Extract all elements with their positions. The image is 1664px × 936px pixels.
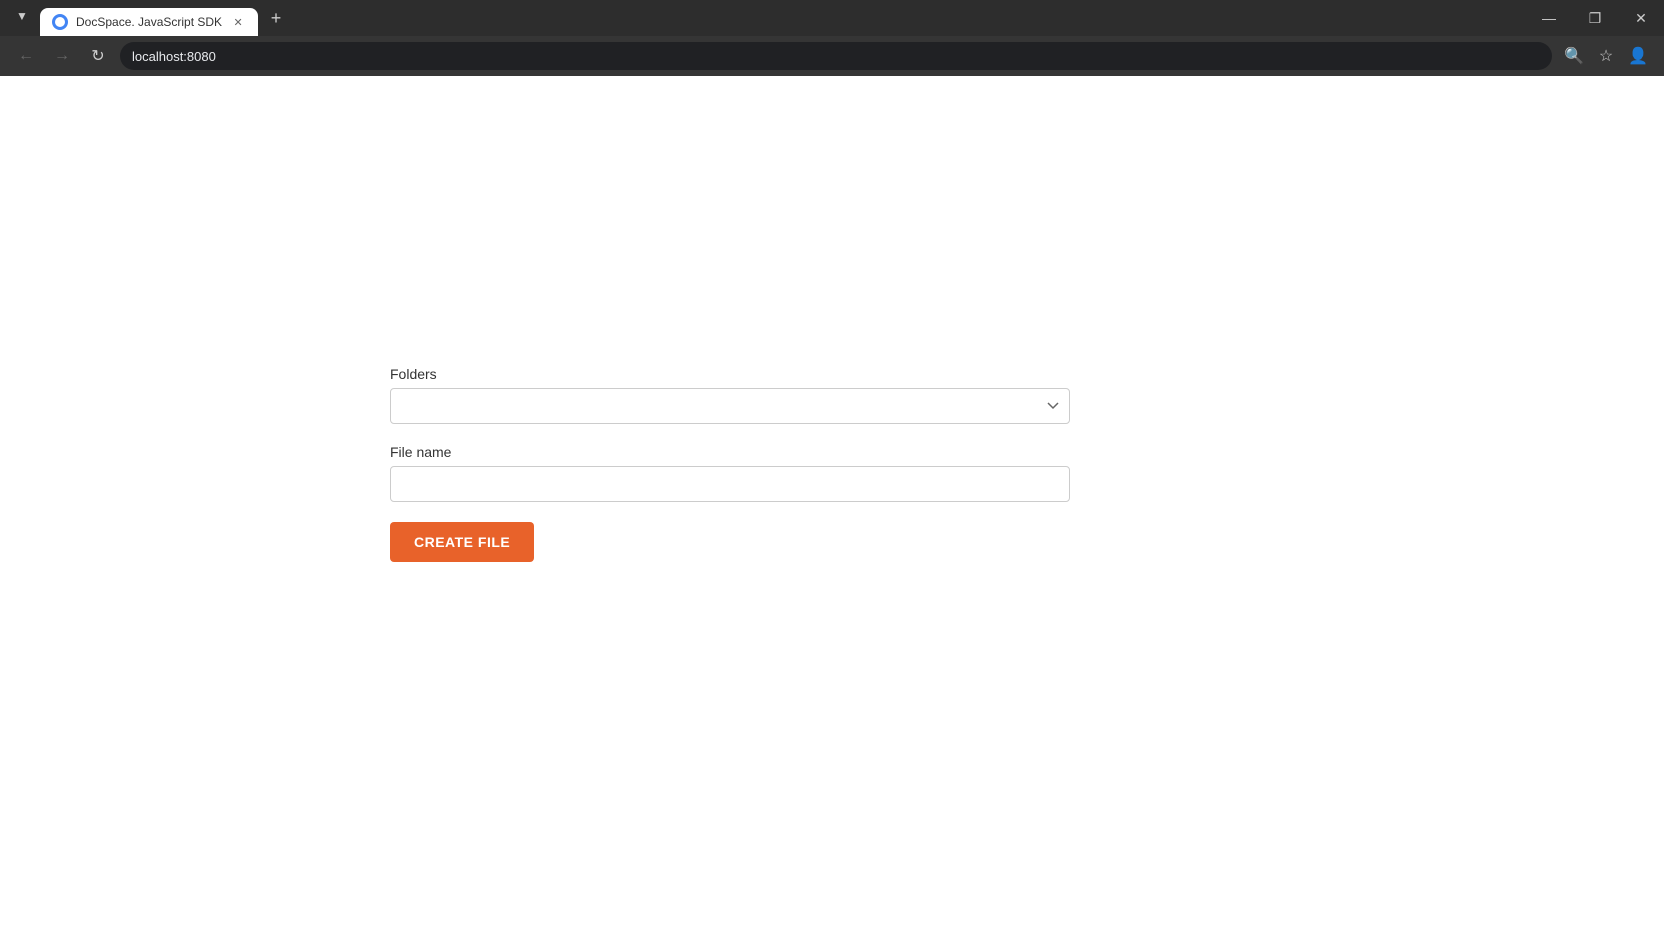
create-file-button[interactable]: CREATE FILE [390,522,534,562]
close-button[interactable]: ✕ [1618,0,1664,36]
new-tab-button[interactable]: + [262,4,290,32]
filename-input[interactable] [390,466,1070,502]
folders-select[interactable] [390,388,1070,424]
folders-label: Folders [390,366,1070,382]
window-controls: — ❐ ✕ [1526,0,1664,36]
filename-label: File name [390,444,1070,460]
zoom-icon[interactable]: 🔍 [1560,42,1588,70]
browser-titlebar: ▼ DocSpace. JavaScript SDK ✕ + — ❐ ✕ [0,0,1664,36]
create-file-form: Folders File name CREATE FILE [390,366,1070,562]
refresh-button[interactable]: ↻ [84,42,112,70]
filename-group: File name [390,444,1070,502]
tab-close-button[interactable]: ✕ [230,14,246,30]
tab-favicon [52,14,68,30]
maximize-button[interactable]: ❐ [1572,0,1618,36]
page-content: Folders File name CREATE FILE [0,76,1664,936]
active-tab[interactable]: DocSpace. JavaScript SDK ✕ [40,8,258,36]
address-text: localhost:8080 [132,49,216,64]
minimize-button[interactable]: — [1526,0,1572,36]
tab-title: DocSpace. JavaScript SDK [76,15,222,29]
tab-menu-button[interactable]: ▼ [8,2,36,30]
address-bar[interactable]: localhost:8080 [120,42,1552,70]
forward-button[interactable]: → [48,42,76,70]
back-button[interactable]: ← [12,42,40,70]
folders-group: Folders [390,366,1070,424]
toolbar-actions: 🔍 ☆ 👤 [1560,42,1652,70]
bookmark-icon[interactable]: ☆ [1592,42,1620,70]
profile-icon[interactable]: 👤 [1624,42,1652,70]
browser-toolbar: ← → ↻ localhost:8080 🔍 ☆ 👤 [0,36,1664,76]
